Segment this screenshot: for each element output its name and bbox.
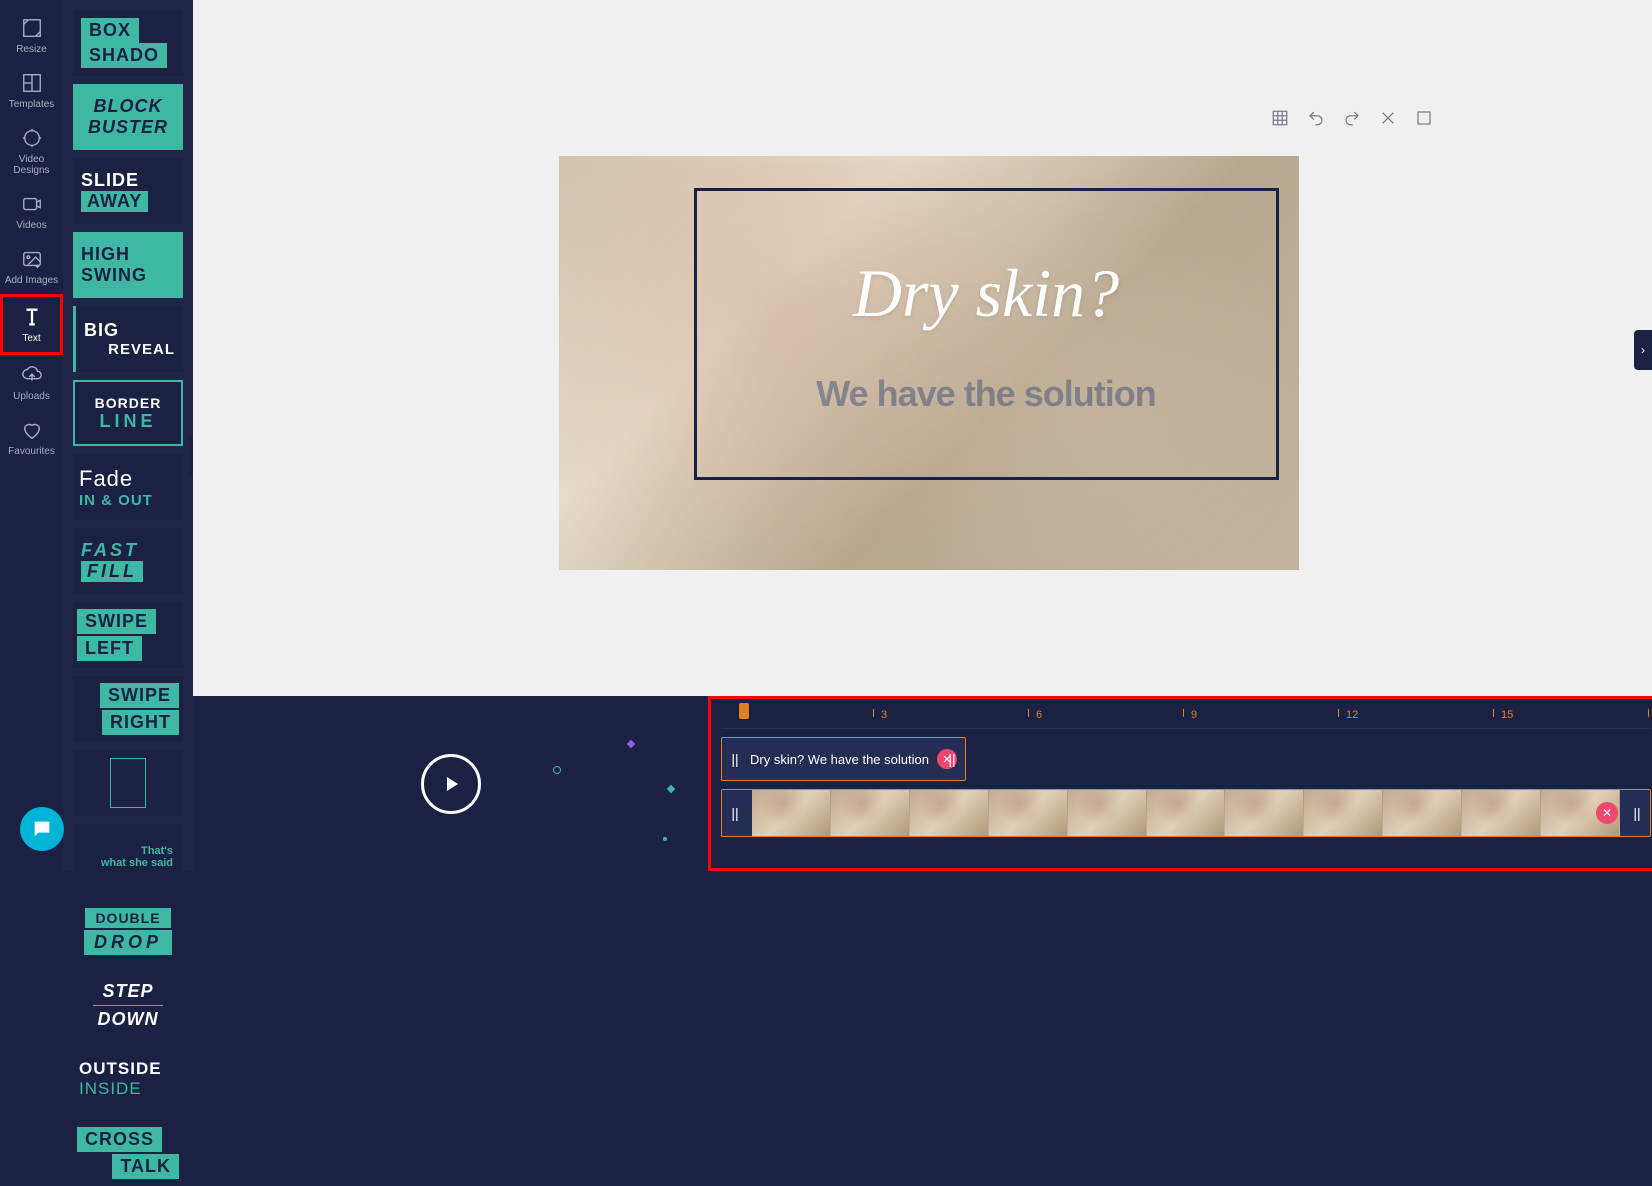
undo-icon[interactable]: [1306, 108, 1326, 128]
video-thumbnail: [1462, 790, 1541, 836]
time-mark: 3: [881, 709, 887, 721]
timeline-area: 3 6 9 12 15 18 || Dry skin? We have the …: [193, 696, 1652, 871]
text-track-label: Dry skin? We have the solution: [722, 752, 929, 767]
play-icon: [439, 772, 463, 796]
text-template-swipe-left[interactable]: SWIPE LEFT: [73, 602, 183, 668]
video-thumbnail: [831, 790, 910, 836]
sidebar: Resize Templates Video Designs Videos Ad…: [0, 0, 63, 871]
track-handle-right[interactable]: ||: [1630, 790, 1644, 836]
video-thumbnail: [1068, 790, 1147, 836]
subline-text[interactable]: We have the solution: [816, 373, 1155, 415]
text-template-slide-away[interactable]: SLIDE AWAY: [73, 158, 183, 224]
sidebar-label: Resize: [16, 44, 47, 55]
video-preview[interactable]: Dry skin? We have the solution: [559, 156, 1299, 570]
grid-icon[interactable]: [1270, 108, 1290, 128]
chat-icon: [31, 818, 53, 840]
text-template-step-down[interactable]: STEP DOWN: [73, 972, 183, 1038]
text-template-high-swing[interactable]: HIGH SWING: [73, 232, 183, 298]
sidebar-label: Video Designs: [0, 154, 63, 176]
sidebar-label: Videos: [16, 220, 46, 231]
track-handle-right[interactable]: ||: [945, 738, 959, 780]
text-template-quote[interactable]: That's what she said: [73, 824, 183, 890]
video-thumbnail: [910, 790, 989, 836]
sidebar-label: Text: [22, 333, 40, 344]
canvas-stage: Dry skin? We have the solution: [193, 0, 1652, 696]
favourites-icon: [20, 418, 44, 442]
headline-text[interactable]: Dry skin?: [853, 254, 1119, 333]
resize-icon: [20, 16, 44, 40]
sidebar-label: Favourites: [8, 446, 55, 457]
decoration-icon: [663, 837, 667, 841]
time-ruler[interactable]: 3 6 9 12 15 18: [721, 705, 1651, 729]
text-icon: [20, 305, 44, 329]
video-thumbnail: [1147, 790, 1226, 836]
play-controls: [193, 696, 708, 871]
decoration-icon: [627, 740, 635, 748]
sidebar-item-templates[interactable]: Templates: [0, 63, 63, 118]
main-canvas-area: Dry skin? We have the solution 3: [193, 0, 1652, 871]
text-templates-panel: BOX SHADO BLOCK BUSTER SLIDE AWAY HIGH S…: [63, 0, 193, 871]
canvas-toolbar: [1270, 108, 1434, 128]
sidebar-item-add-images[interactable]: Add Images: [0, 239, 63, 294]
delete-video-button[interactable]: ✕: [1596, 802, 1618, 824]
sidebar-item-video-designs[interactable]: Video Designs: [0, 118, 63, 184]
track-handle-left[interactable]: ||: [728, 790, 742, 836]
sidebar-label: Add Images: [5, 275, 58, 286]
video-designs-icon: [20, 126, 44, 150]
text-template-big-reveal[interactable]: BIG REVEAL: [73, 306, 183, 372]
play-button[interactable]: [421, 754, 481, 814]
sidebar-label: Uploads: [13, 391, 50, 402]
text-track[interactable]: || Dry skin? We have the solution ✕ ||: [721, 737, 966, 781]
video-thumbnails: [752, 790, 1620, 836]
chat-support-button[interactable]: [20, 807, 64, 851]
video-thumbnail: [1304, 790, 1383, 836]
redo-icon[interactable]: [1342, 108, 1362, 128]
sidebar-label: Templates: [9, 99, 55, 110]
decoration-icon: [667, 785, 675, 793]
sidebar-item-videos[interactable]: Videos: [0, 184, 63, 239]
text-overlay-frame[interactable]: Dry skin? We have the solution: [694, 188, 1279, 480]
right-panel-expand-button[interactable]: ›: [1634, 330, 1652, 370]
sidebar-item-favourites[interactable]: Favourites: [0, 410, 63, 465]
uploads-icon: [20, 363, 44, 387]
video-track[interactable]: || ✕ ||: [721, 789, 1651, 837]
video-thumbnail: [1383, 790, 1462, 836]
track-handle-left[interactable]: ||: [728, 738, 742, 780]
decoration-icon: [553, 766, 561, 774]
video-thumbnail: [1225, 790, 1304, 836]
videos-icon: [20, 192, 44, 216]
text-template-swipe-right[interactable]: SWIPE RIGHT: [73, 676, 183, 742]
timeline: 3 6 9 12 15 18 || Dry skin? We have the …: [708, 696, 1652, 871]
playhead[interactable]: [739, 703, 749, 719]
text-template-block-buster[interactable]: BLOCK BUSTER: [73, 84, 183, 150]
text-template-fade-in-out[interactable]: Fade IN & OUT: [73, 454, 183, 520]
square-icon[interactable]: [1414, 108, 1434, 128]
text-template-box-shadow[interactable]: BOX SHADO: [73, 10, 183, 76]
video-thumbnail: [752, 790, 831, 836]
video-thumbnail: [989, 790, 1068, 836]
close-icon[interactable]: [1378, 108, 1398, 128]
time-mark: 9: [1191, 709, 1197, 721]
text-template-fast-fill[interactable]: FAST FILL: [73, 528, 183, 594]
sidebar-item-resize[interactable]: Resize: [0, 8, 63, 63]
time-mark: 12: [1346, 709, 1358, 721]
sidebar-item-uploads[interactable]: Uploads: [0, 355, 63, 410]
text-template-double-drop[interactable]: DOUBLE DROP: [73, 898, 183, 964]
add-images-icon: [20, 247, 44, 271]
templates-icon: [20, 71, 44, 95]
text-template-border-line[interactable]: BORDER LINE: [73, 380, 183, 446]
time-mark: 15: [1501, 709, 1513, 721]
text-template-frame[interactable]: [73, 750, 183, 816]
time-mark: 6: [1036, 709, 1042, 721]
text-template-outside-inside[interactable]: OUTSIDE INSIDE: [73, 1046, 183, 1112]
text-template-cross-talk[interactable]: CROSS TALK: [73, 1120, 183, 1186]
sidebar-item-text[interactable]: Text: [0, 294, 63, 355]
